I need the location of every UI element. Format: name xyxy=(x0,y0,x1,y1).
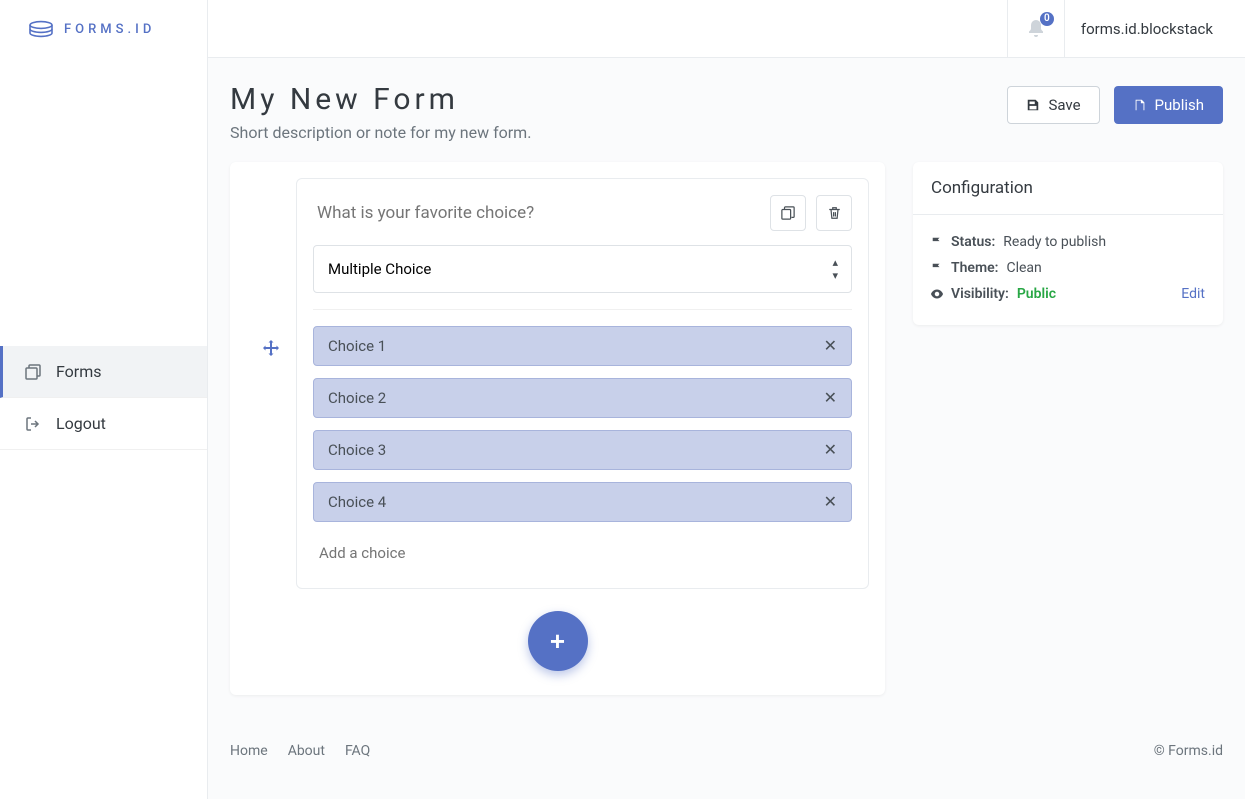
sidebar-item-logout[interactable]: Logout xyxy=(0,398,207,450)
add-choice-input[interactable] xyxy=(313,534,852,572)
footer-copyright: © Forms.id xyxy=(1154,743,1223,759)
sidebar-item-forms[interactable]: Forms xyxy=(0,346,207,398)
eye-icon xyxy=(931,288,943,300)
move-icon xyxy=(261,338,281,358)
choice-input[interactable] xyxy=(326,336,822,356)
delete-button[interactable] xyxy=(816,195,852,231)
config-visibility-row: Visibility: Public Edit xyxy=(931,281,1205,307)
choice-remove-button[interactable]: ✕ xyxy=(822,440,839,460)
sidebar-item-label: Forms xyxy=(56,362,102,381)
notification-badge: 0 xyxy=(1040,12,1054,26)
logo[interactable]: FORMS.ID xyxy=(28,19,155,39)
close-icon: ✕ xyxy=(824,390,837,407)
forms-icon xyxy=(24,364,42,380)
user-domain: forms.id.blockstack xyxy=(1065,20,1229,38)
duplicate-button[interactable] xyxy=(770,195,806,231)
config-title: Configuration xyxy=(913,162,1223,215)
form-builder: Multiple Choice ▴▾ ✕✕✕✕ + xyxy=(230,162,885,695)
sidebar-nav: Forms Logout xyxy=(0,346,207,450)
config-panel: Configuration Status: Ready to publish T… xyxy=(913,162,1223,325)
divider xyxy=(313,309,852,310)
plus-icon: + xyxy=(550,626,565,657)
sidebar-item-label: Logout xyxy=(56,414,106,433)
sidebar: FORMS.ID Forms Logout xyxy=(0,0,208,799)
choice-remove-button[interactable]: ✕ xyxy=(822,388,839,408)
footer-link-faq[interactable]: FAQ xyxy=(345,743,370,759)
footer-link-about[interactable]: About xyxy=(288,743,325,759)
trash-icon xyxy=(828,206,841,220)
close-icon: ✕ xyxy=(824,494,837,511)
copy-icon xyxy=(781,206,795,220)
publish-button[interactable]: Publish xyxy=(1114,86,1223,124)
close-icon: ✕ xyxy=(824,442,837,459)
config-edit-link[interactable]: Edit xyxy=(1181,286,1205,302)
flag-icon xyxy=(931,262,943,274)
logout-icon xyxy=(24,416,42,432)
main: 0 forms.id.blockstack My New Form Short … xyxy=(208,0,1245,799)
question-title-input[interactable] xyxy=(313,195,760,231)
choice-remove-button[interactable]: ✕ xyxy=(822,492,839,512)
logo-text: FORMS.ID xyxy=(64,22,155,37)
logo-area: FORMS.ID xyxy=(0,0,207,58)
footer-link-home[interactable]: Home xyxy=(230,743,268,759)
notifications-button[interactable]: 0 xyxy=(1007,0,1065,58)
choice-row: ✕ xyxy=(313,378,852,418)
choice-input[interactable] xyxy=(326,440,822,460)
page-title: My New Form xyxy=(230,82,531,117)
choice-row: ✕ xyxy=(313,326,852,366)
drag-handle[interactable] xyxy=(246,178,296,358)
question-type-select[interactable]: Multiple Choice xyxy=(313,245,852,293)
publish-icon xyxy=(1133,98,1147,112)
add-question-button[interactable]: + xyxy=(528,611,588,671)
close-icon: ✕ xyxy=(824,338,837,355)
choice-input[interactable] xyxy=(326,388,822,408)
save-button[interactable]: Save xyxy=(1007,86,1099,124)
page-subtitle: Short description or note for my new for… xyxy=(230,123,531,142)
save-icon xyxy=(1026,98,1040,112)
choice-input[interactable] xyxy=(326,492,822,512)
topbar: 0 forms.id.blockstack xyxy=(208,0,1245,58)
logo-icon xyxy=(28,19,54,39)
question-card: Multiple Choice ▴▾ ✕✕✕✕ xyxy=(296,178,869,589)
footer: Home About FAQ © Forms.id xyxy=(230,695,1223,759)
flag-icon xyxy=(931,236,943,248)
choice-remove-button[interactable]: ✕ xyxy=(822,336,839,356)
config-theme-row: Theme: Clean xyxy=(931,255,1205,281)
choice-row: ✕ xyxy=(313,430,852,470)
choice-row: ✕ xyxy=(313,482,852,522)
config-status-row: Status: Ready to publish xyxy=(931,229,1205,255)
